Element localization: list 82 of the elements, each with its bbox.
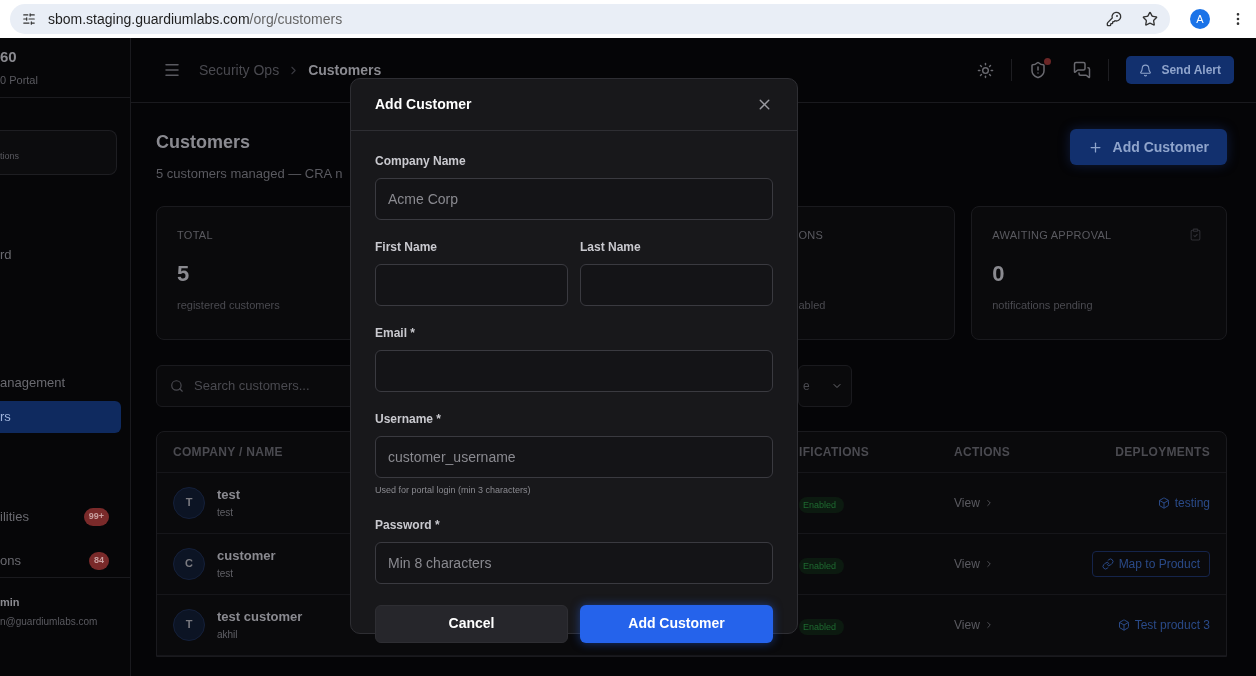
- brand-subtitle: 0 Portal: [0, 73, 39, 89]
- add-customer-button[interactable]: Add Customer: [1069, 129, 1227, 165]
- address-bar[interactable]: sbom.staging.guardiumlabs.com/org/customers: [10, 4, 1170, 34]
- submit-button[interactable]: Add Customer: [580, 604, 773, 643]
- site-settings-icon[interactable]: [22, 12, 36, 26]
- shield-alert-icon[interactable]: [1029, 61, 1048, 79]
- nav-item[interactable]: anagement: [0, 366, 121, 399]
- column-header: COMPANY / NAME: [173, 444, 283, 459]
- view-link[interactable]: View: [954, 615, 1054, 634]
- input-field[interactable]: [375, 264, 568, 306]
- org-card-text: tions: [0, 150, 19, 164]
- customer-name: test: [217, 486, 241, 505]
- deployment-link[interactable]: testing: [1157, 493, 1210, 512]
- column-header: ACTIONS: [954, 443, 1012, 461]
- count-badge: 84: [89, 552, 109, 570]
- user-name: min: [0, 595, 21, 611]
- stat-value: 0: [992, 260, 1006, 285]
- stat-caption: registered customers: [177, 298, 281, 313]
- status-badge: Enabled: [799, 557, 845, 574]
- url-text: sbom.staging.guardiumlabs.com/org/customers: [48, 9, 343, 29]
- org-card[interactable]: tions: [0, 129, 117, 175]
- view-link[interactable]: View: [954, 493, 1054, 512]
- customer-name: customer: [217, 547, 276, 566]
- input-field[interactable]: [580, 264, 773, 306]
- avatar: C: [173, 547, 205, 580]
- brand-title: 60: [0, 46, 18, 67]
- field-hint: Used for portal login (min 3 characters): [375, 484, 532, 497]
- customer-name: test customer: [217, 608, 303, 627]
- theme-icon[interactable]: [977, 61, 995, 79]
- link-icon: [1101, 557, 1114, 570]
- cancel-button[interactable]: Cancel: [375, 604, 568, 643]
- nav-item[interactable]: ilities 99+: [0, 501, 121, 534]
- input-field[interactable]: Acme Corp: [375, 178, 773, 220]
- input-field[interactable]: customer_username: [375, 436, 773, 478]
- avatar: T: [173, 608, 205, 641]
- nav-item[interactable]: rs: [0, 400, 121, 434]
- plus-icon: [1087, 139, 1103, 155]
- dialog-title: Add Customer: [375, 95, 472, 114]
- send-alert-button[interactable]: Send Alert: [1126, 56, 1234, 84]
- user-email: n@guardiumlabs.com: [0, 614, 99, 629]
- bell-icon: [1139, 63, 1153, 77]
- input-field[interactable]: [375, 350, 773, 392]
- input-field[interactable]: Min 8 characters: [375, 541, 773, 584]
- stat-label: AWAITING APPROVAL: [992, 227, 1112, 243]
- field-label: Password *: [375, 516, 441, 534]
- nav-item[interactable]: rd: [0, 238, 121, 271]
- avatar: T: [173, 486, 205, 519]
- field-label: Last Name: [580, 239, 642, 256]
- count-badge: 99+: [83, 508, 109, 526]
- field-label: First Name: [375, 239, 439, 256]
- customer-subname: test: [217, 505, 235, 520]
- status-badge: Enabled: [799, 496, 845, 513]
- breadcrumb-item: Customers: [308, 60, 382, 80]
- stat-label: ONS: [798, 227, 824, 243]
- page-title: Customers: [156, 131, 252, 154]
- stat-caption: abled: [798, 298, 827, 313]
- deployment-link[interactable]: Test product 3: [1117, 615, 1210, 634]
- page-subtitle: 5 customers managed — CRA n: [156, 165, 343, 183]
- column-header: DEPLOYMENTS: [1114, 443, 1210, 461]
- customer-subname: test: [217, 566, 235, 581]
- nav-item[interactable]: ons 84: [0, 545, 121, 578]
- stat-caption: notifications pending: [992, 298, 1094, 313]
- cube-icon: [1117, 618, 1130, 631]
- status-badge: Enabled: [799, 618, 845, 635]
- profile-avatar[interactable]: A: [1190, 9, 1210, 29]
- breadcrumb-item[interactable]: Security Ops: [199, 59, 280, 81]
- customer-subname: akhil: [217, 627, 239, 642]
- field-label: Username *: [375, 411, 443, 428]
- clipboard-icon: [1189, 228, 1202, 242]
- column-header: IFICATIONS: [799, 443, 871, 461]
- chat-icon[interactable]: [1073, 61, 1092, 79]
- map-to-product-button[interactable]: Map to Product: [1091, 550, 1210, 577]
- stat-value: 5: [177, 260, 191, 285]
- field-label: Company Name: [375, 153, 467, 170]
- search-icon: [170, 378, 184, 393]
- stat-label: TOTAL: [177, 227, 213, 243]
- key-icon[interactable]: [1106, 11, 1122, 27]
- view-link[interactable]: View: [954, 554, 1054, 573]
- field-label: Email *: [375, 325, 417, 342]
- cube-icon: [1157, 496, 1170, 509]
- filter-select[interactable]: e: [798, 364, 852, 407]
- star-icon[interactable]: [1142, 11, 1158, 27]
